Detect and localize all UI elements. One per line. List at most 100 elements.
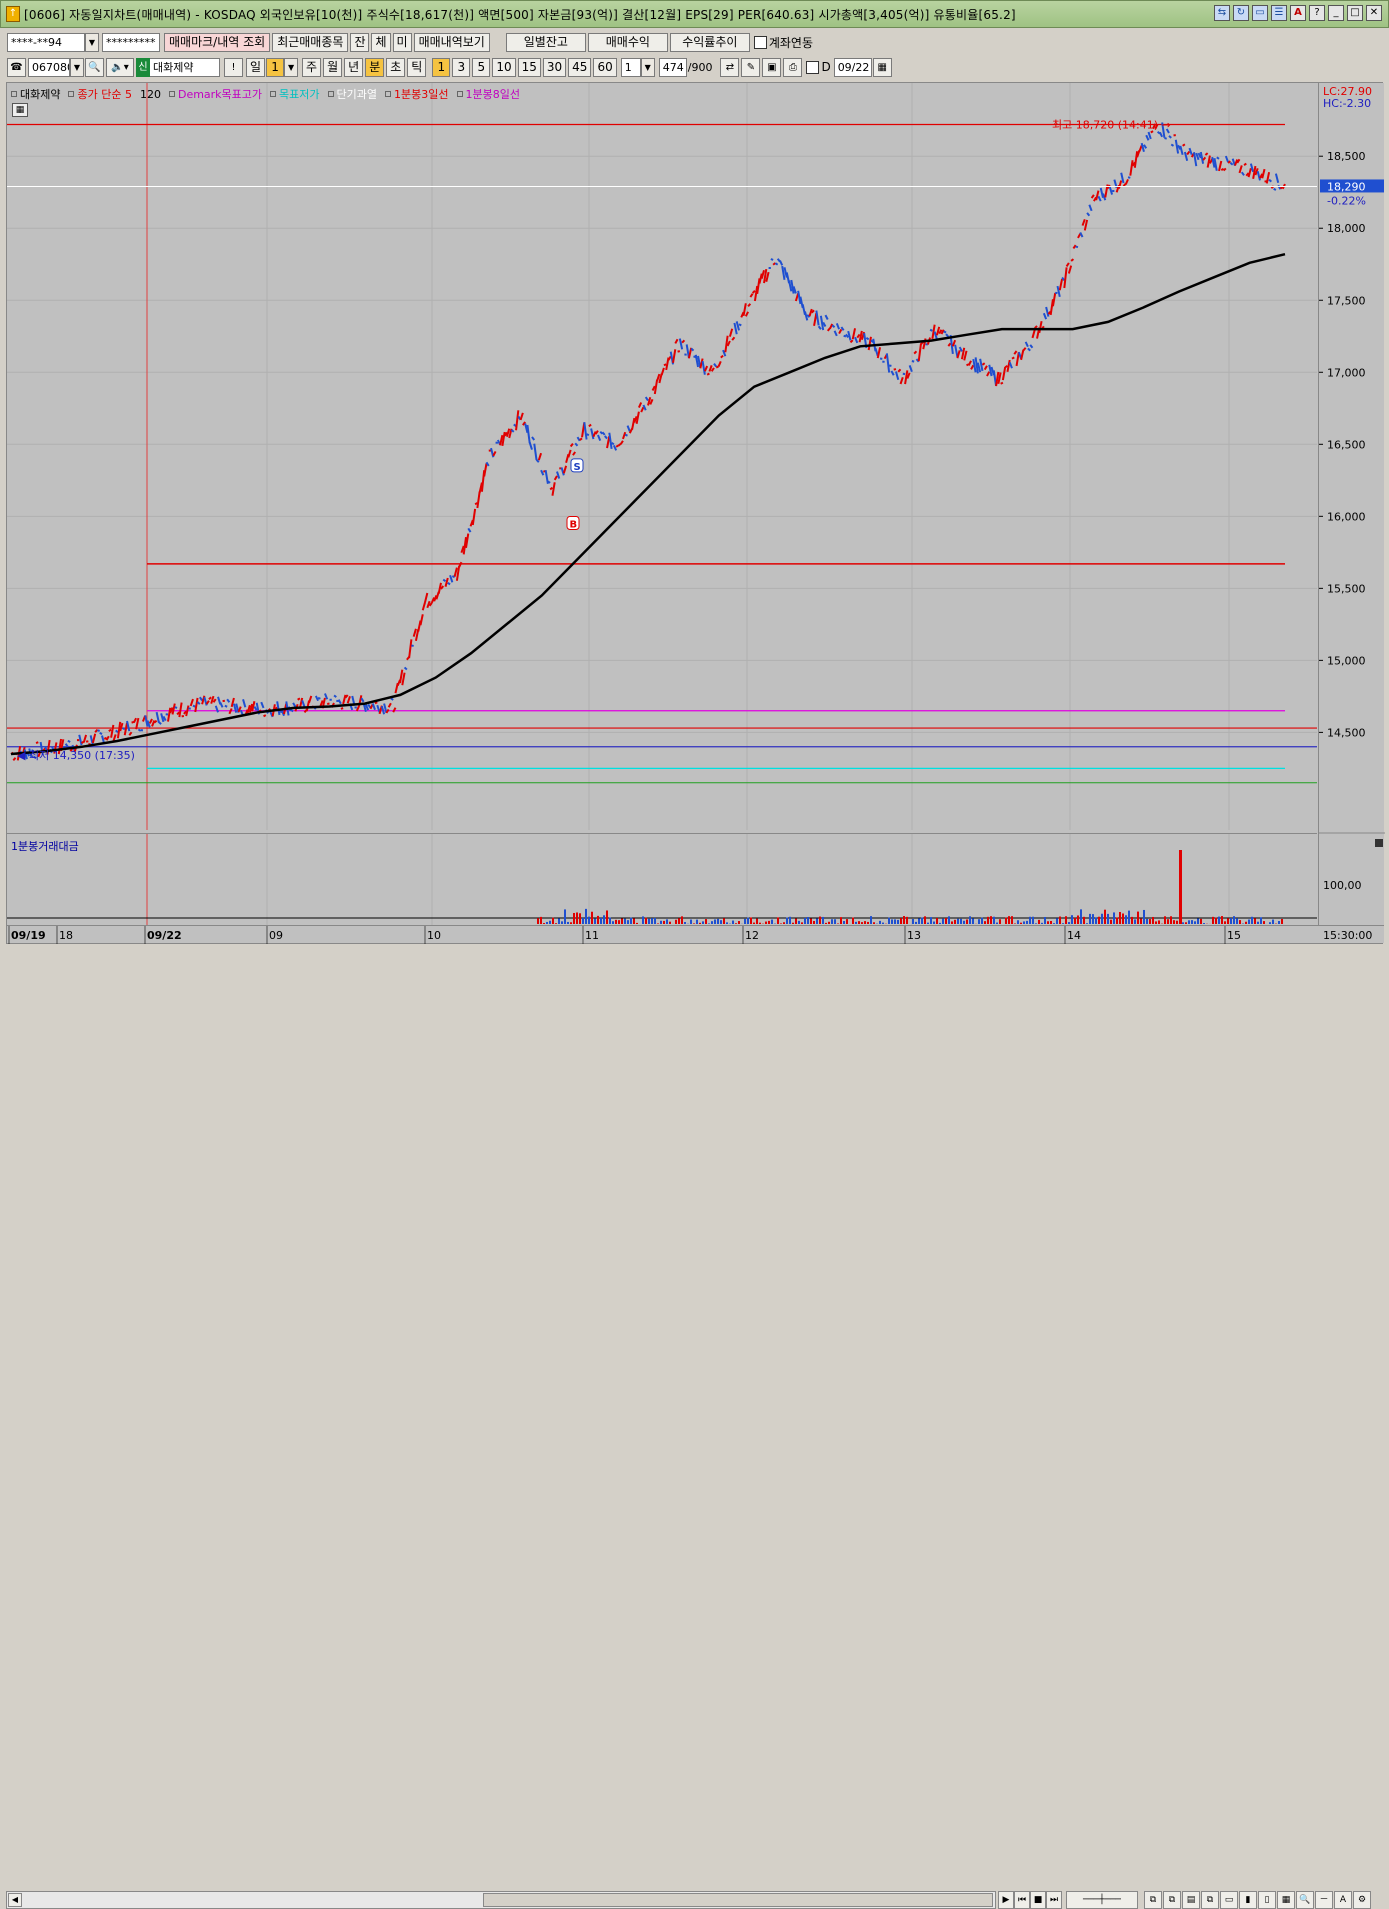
text-a-icon[interactable]: A [1334, 1891, 1352, 1909]
bars-icon[interactable]: ▯ [1258, 1891, 1276, 1909]
chart-area[interactable]: 최고 18,720 (14:41) →◀ 최저 14,350 (17:35)BS… [6, 82, 1383, 944]
minute-30-button[interactable]: 30 [543, 58, 566, 77]
minute-15-button[interactable]: 15 [518, 58, 541, 77]
account-dropdown-icon[interactable]: ▼ [85, 33, 99, 52]
balance-button[interactable]: 잔 [350, 33, 369, 52]
legend-item[interactable]: 종가 단순 5 [68, 86, 131, 102]
print-icon[interactable]: ⎙ [783, 58, 802, 77]
period-month-button[interactable]: 월 [323, 58, 342, 77]
chart-tool-icon[interactable]: ✎ [741, 58, 760, 77]
period-tick-button[interactable]: 틱 [407, 58, 426, 77]
title-bar[interactable]: ↑ [0606] 자동일지차트(매매내역) - KOSDAQ 외국인보유[10(… [0, 0, 1389, 28]
price-plot[interactable]: 최고 18,720 (14:41) →◀ 최저 14,350 (17:35)BS… [7, 83, 1317, 830]
price-segment [969, 361, 971, 366]
period-year-button[interactable]: 년 [344, 58, 363, 77]
close-icon[interactable]: ✕ [1366, 5, 1382, 21]
volume-bar [717, 919, 719, 924]
password-field[interactable]: ********* [102, 33, 160, 52]
code-field[interactable]: 067080 [28, 58, 70, 77]
zoom-out-icon[interactable]: － [1315, 1891, 1333, 1909]
sync-icon[interactable]: ↻ [1233, 5, 1249, 21]
legend-item[interactable]: 목표저가 [270, 86, 319, 102]
stop-icon[interactable]: ■ [1030, 1891, 1046, 1909]
minute-5-button[interactable]: 5 [472, 58, 490, 77]
legend-item[interactable]: 1분봉8일선 [457, 86, 520, 102]
alert-icon[interactable]: ! [224, 58, 243, 77]
volume-bar [675, 920, 677, 924]
volume-bar [960, 919, 962, 924]
help-icon[interactable]: ? [1309, 5, 1325, 21]
minute-1-button[interactable]: 1 [432, 58, 450, 77]
date-checkbox[interactable] [806, 61, 819, 74]
volume-plot[interactable]: 1분봉거래대금 [7, 833, 1317, 925]
legend-item[interactable]: 120 [140, 86, 161, 102]
layout-icon[interactable]: ▤ [1182, 1891, 1200, 1909]
volume-bar [1272, 920, 1274, 924]
minute-3-button[interactable]: 3 [452, 58, 470, 77]
search-icon[interactable]: 🔍 [85, 58, 104, 77]
price-segment [450, 575, 452, 582]
save-icon[interactable]: ▣ [762, 58, 781, 77]
paste-icon[interactable]: ⧉ [1163, 1891, 1181, 1909]
chart-swap-icon[interactable]: ⇄ [720, 58, 739, 77]
unfilled-button[interactable]: 미 [393, 33, 412, 52]
account-link-checkbox[interactable] [754, 36, 767, 49]
trade-mark-query-button[interactable]: 매매마크/내역 조회 [164, 33, 270, 52]
tile-icon[interactable]: ▦ [1277, 1891, 1295, 1909]
interval-dropdown-icon[interactable]: ▼ [641, 58, 655, 77]
horizontal-scrollbar[interactable]: ◀ [6, 1891, 996, 1909]
code-dropdown-icon[interactable]: ▼ [70, 58, 84, 77]
scroll-thumb[interactable] [483, 1893, 993, 1907]
trade-profit-button[interactable]: 매매수익 [588, 33, 668, 52]
minute-60-button[interactable]: 60 [593, 58, 616, 77]
grid-toggle-icon[interactable]: ▦ [12, 103, 28, 117]
interval-field[interactable]: 1 [621, 58, 641, 77]
font-icon[interactable]: A [1290, 5, 1306, 21]
price-segment [1014, 351, 1016, 354]
minute-10-button[interactable]: 10 [492, 58, 515, 77]
daily-balance-button[interactable]: 일별잔고 [506, 33, 586, 52]
scroll-right-icon[interactable]: ▶ [998, 1891, 1014, 1909]
period-second-button[interactable]: 초 [386, 58, 405, 77]
copy-icon[interactable]: ⧉ [1144, 1891, 1162, 1909]
settings-icon[interactable]: ⚙ [1353, 1891, 1371, 1909]
maximize-icon[interactable]: □ [1347, 5, 1363, 21]
volume-bar [792, 923, 794, 924]
minute-45-button[interactable]: 45 [568, 58, 591, 77]
zoom-slider[interactable]: ───┼─── [1066, 1891, 1138, 1909]
monitor-icon[interactable]: ▭ [1252, 5, 1268, 21]
last-icon[interactable]: ⏭ [1046, 1891, 1062, 1909]
list-icon[interactable]: ☰ [1271, 5, 1287, 21]
phone-icon[interactable]: ☎ [7, 58, 26, 77]
period-day-count[interactable]: 1 [266, 58, 284, 77]
period-dropdown-icon[interactable]: ▼ [284, 58, 298, 77]
return-trend-button[interactable]: 수익률추이 [670, 33, 750, 52]
period-minute-button[interactable]: 분 [365, 58, 384, 77]
price-segment [855, 337, 857, 343]
calendar-icon[interactable]: ▦ [873, 58, 892, 77]
compare-icon[interactable]: ⧉ [1201, 1891, 1219, 1909]
count-field[interactable]: 474 [659, 58, 687, 77]
recent-trade-button[interactable]: 최근매매종목 [272, 33, 348, 52]
price-axis[interactable]: LC:27.90HC:-2.3018,50018,00017,50017,000… [1318, 83, 1384, 925]
price-segment [584, 422, 586, 439]
first-icon[interactable]: ⏮ [1014, 1891, 1030, 1909]
legend-item[interactable]: 대화제약 [11, 86, 60, 102]
date-field[interactable]: 09/22 [834, 58, 872, 77]
link-icon[interactable]: ⇆ [1214, 5, 1230, 21]
account-field[interactable]: ****-**94 [7, 33, 85, 52]
legend-item[interactable]: 단기과열 [328, 86, 377, 102]
window-icon[interactable]: ▭ [1220, 1891, 1238, 1909]
candle-icon[interactable]: ▮ [1239, 1891, 1257, 1909]
magnifier-icon[interactable]: 🔍 [1296, 1891, 1314, 1909]
scroll-left-icon[interactable]: ◀ [8, 1893, 22, 1907]
minimize-icon[interactable]: _ [1328, 5, 1344, 21]
trade-history-button[interactable]: 매매내역보기 [414, 33, 490, 52]
filled-button[interactable]: 체 [371, 33, 390, 52]
legend-item[interactable]: 1분봉3일선 [385, 86, 448, 102]
period-day-button[interactable]: 일 [246, 58, 265, 77]
price-segment [1092, 195, 1094, 198]
period-week-button[interactable]: 주 [302, 58, 321, 77]
speaker-icon[interactable]: 🔈▾ [106, 58, 134, 77]
legend-item[interactable]: Demark목표고가 [169, 86, 262, 102]
